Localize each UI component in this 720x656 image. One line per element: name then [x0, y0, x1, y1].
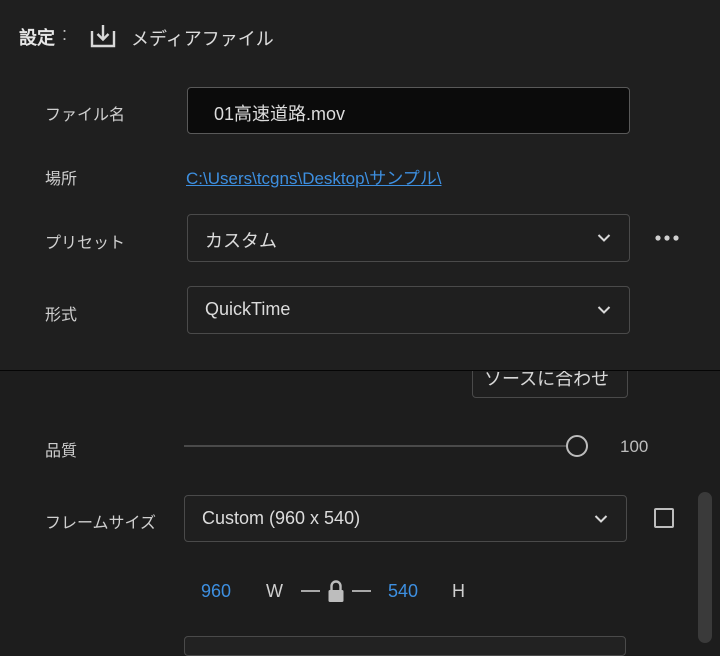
preset-dropdown[interactable]: カスタム: [187, 214, 630, 262]
preset-value: カスタム: [205, 231, 277, 251]
link-line-right: [352, 590, 371, 592]
chevron-down-icon: [597, 306, 611, 314]
format-value: QuickTime: [205, 299, 291, 319]
chevron-down-icon: [597, 234, 611, 242]
frame-size-value: Custom (960 x 540): [202, 508, 361, 528]
frame-size-checkbox[interactable]: [654, 508, 674, 528]
settings-panel: 設定 : メディアファイル ファイル名 01高速道路.mov 場所 C:\Use…: [0, 0, 720, 370]
quality-label: 品質: [45, 443, 78, 460]
location-label: 場所: [45, 171, 78, 188]
preset-label: プリセット: [45, 235, 126, 252]
format-label: 形式: [45, 307, 78, 324]
frame-height-unit: H: [452, 581, 465, 601]
media-file-title: メディアファイル: [131, 29, 274, 49]
location-link[interactable]: C:\Users\tcgns\Desktop\サンプル\: [186, 164, 442, 189]
quality-slider-handle[interactable]: [566, 435, 588, 457]
next-field-partial[interactable]: [184, 636, 626, 656]
scrollbar[interactable]: [698, 492, 712, 643]
download-icon[interactable]: [89, 22, 117, 50]
quality-value: 100: [620, 437, 649, 456]
chevron-down-icon: [594, 515, 608, 523]
quality-slider-track[interactable]: [184, 445, 568, 447]
frame-size-dropdown[interactable]: Custom (960 x 540): [184, 495, 627, 542]
file-name-value: 01高速道路.mov: [214, 104, 346, 124]
lock-icon[interactable]: [327, 579, 345, 603]
more-horizontal-icon[interactable]: [654, 229, 680, 247]
frame-width-value[interactable]: 960: [201, 581, 231, 602]
frame-size-label: フレームサイズ: [45, 515, 157, 532]
link-line-left: [301, 590, 320, 592]
settings-title: 設定: [19, 28, 55, 48]
file-name-label: ファイル名: [45, 107, 126, 124]
panel-divider: [0, 370, 720, 371]
file-name-input[interactable]: 01高速道路.mov: [187, 87, 630, 134]
frame-width-unit: W: [266, 581, 283, 601]
frame-height-value[interactable]: 540: [388, 581, 418, 602]
title-colon: :: [62, 24, 68, 44]
format-dropdown[interactable]: QuickTime: [187, 286, 630, 334]
